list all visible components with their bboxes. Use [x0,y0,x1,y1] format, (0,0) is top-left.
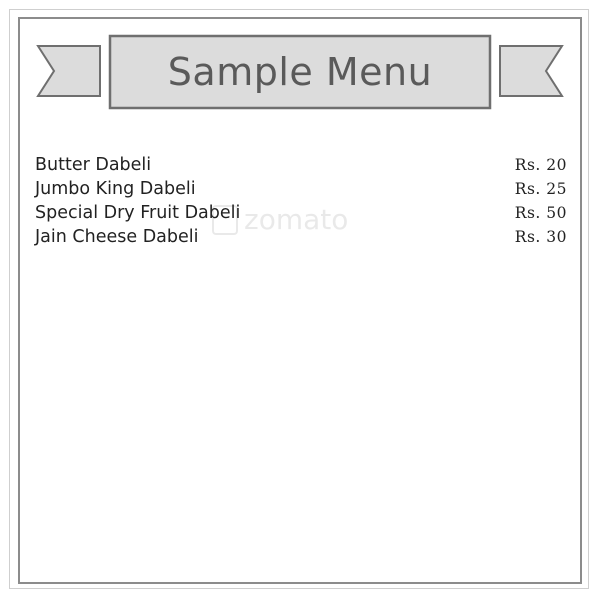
item-price: Rs. 50 [514,204,567,222]
menu-item: Jain Cheese Dabeli Rs. 30 [35,227,567,251]
item-name: Jain Cheese Dabeli [35,227,199,247]
ribbon-tail-left [36,45,101,97]
menu-item: Jumbo King Dabeli Rs. 25 [35,179,567,203]
item-name: Special Dry Fruit Dabeli [35,203,241,223]
item-name: Jumbo King Dabeli [35,179,196,199]
item-price: Rs. 20 [514,156,567,174]
menu-title: Sample Menu [167,50,433,94]
ribbon-tail-right [499,45,564,97]
item-price: Rs. 25 [514,180,567,198]
item-name: Butter Dabeli [35,155,152,175]
menu-list: Butter Dabeli Rs. 20 Jumbo King Dabeli R… [35,155,567,251]
menu-item: Butter Dabeli Rs. 20 [35,155,567,179]
menu-item: Special Dry Fruit Dabeli Rs. 50 [35,203,567,227]
item-price: Rs. 30 [514,228,567,246]
